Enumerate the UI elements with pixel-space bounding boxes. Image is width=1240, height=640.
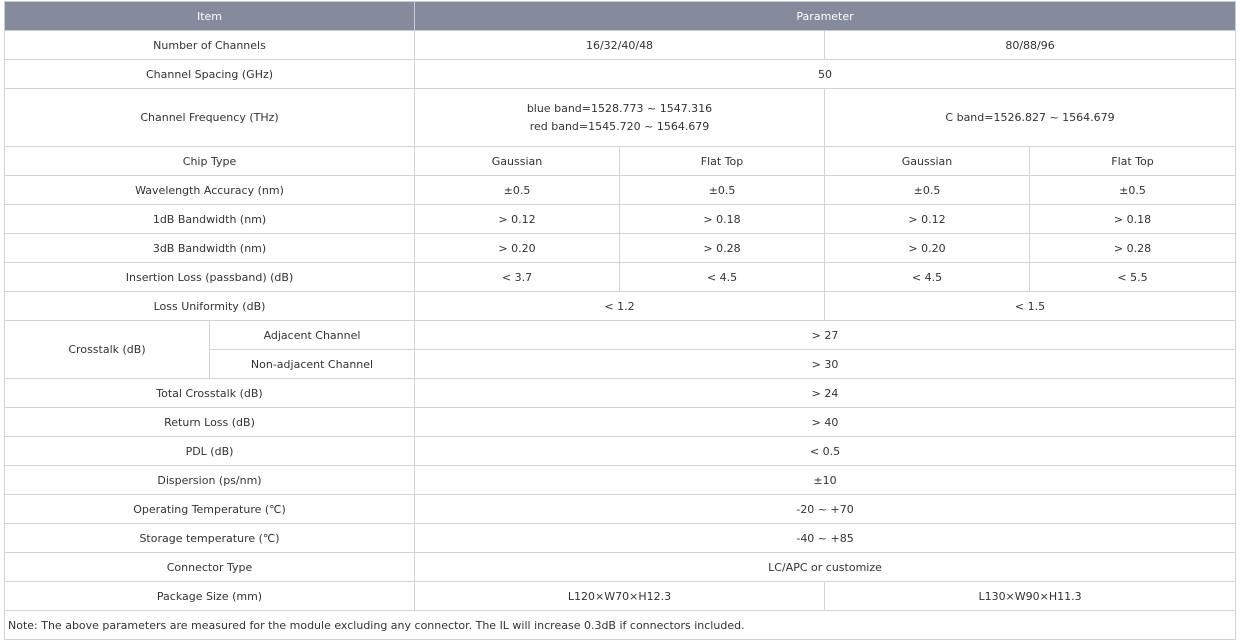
cell-value: > 30 — [414, 349, 1237, 379]
cell-value: < 3.7 — [414, 262, 621, 292]
cell-value: C band=1526.827 ~ 1564.679 — [824, 88, 1237, 147]
row-label: Insertion Loss (passband) (dB) — [3, 262, 416, 292]
row-1db-bandwidth: 1dB Bandwidth (nm) > 0.12 > 0.18 > 0.12 … — [3, 204, 1237, 234]
cell-value: < 5.5 — [1029, 262, 1237, 292]
sub-label: Non-adjacent Channel — [208, 349, 416, 379]
row-label: Total Crosstalk (dB) — [3, 378, 416, 408]
cell-value: < 0.5 — [414, 436, 1237, 466]
cell-value: 50 — [414, 59, 1237, 89]
row-storage-temperature: Storage temperature (℃) -40 ~ +85 — [3, 523, 1237, 553]
cell-value: < 4.5 — [619, 262, 826, 292]
cell-value: ±0.5 — [414, 175, 621, 205]
spec-table-container: Item Parameter Number of Channels 16/32/… — [3, 1, 1237, 640]
cell-value: < 1.2 — [414, 291, 826, 321]
row-label: 3dB Bandwidth (nm) — [3, 233, 416, 263]
cell-value: < 1.5 — [824, 291, 1237, 321]
note-text: Note: The above parameters are measured … — [3, 610, 1237, 640]
cell-value: > 0.28 — [619, 233, 826, 263]
cell-value: Gaussian — [824, 146, 1031, 176]
spec-table: Item Parameter Number of Channels 16/32/… — [3, 1, 1237, 640]
row-label: Chip Type — [3, 146, 416, 176]
cell-value: ±0.5 — [1029, 175, 1237, 205]
cell-value: ±0.5 — [824, 175, 1031, 205]
blue-band-text: blue band=1528.773 ~ 1547.316 — [526, 101, 713, 115]
cell-value: > 0.20 — [824, 233, 1031, 263]
row-frequency: Channel Frequency (THz) blue band=1528.7… — [3, 88, 1237, 147]
cell-value: > 0.12 — [414, 204, 621, 234]
row-crosstalk-adjacent: Crosstalk (dB) Adjacent Channel > 27 — [4, 320, 1237, 379]
row-label: 1dB Bandwidth (nm) — [3, 204, 416, 234]
cell-value: L120×W70×H12.3 — [414, 581, 826, 611]
row-channels: Number of Channels 16/32/40/48 80/88/96 — [3, 30, 1237, 60]
cell-value: < 4.5 — [824, 262, 1031, 292]
row-label: Storage temperature (℃) — [3, 523, 416, 553]
row-label: Dispersion (ps/nm) — [3, 465, 416, 495]
row-label: Return Loss (dB) — [3, 407, 416, 437]
row-accuracy: Wavelength Accuracy (nm) ±0.5 ±0.5 ±0.5 … — [3, 175, 1237, 205]
cell-value: > 0.18 — [1029, 204, 1237, 234]
row-label: Channel Spacing (GHz) — [3, 59, 416, 89]
cell-value: blue band=1528.773 ~ 1547.316 red band=1… — [414, 88, 826, 147]
cell-value: Flat Top — [619, 146, 826, 176]
cell-value: ±10 — [414, 465, 1237, 495]
header-parameter: Parameter — [414, 1, 1237, 31]
cell-value: > 24 — [414, 378, 1237, 408]
row-label: PDL (dB) — [3, 436, 416, 466]
row-pdl: PDL (dB) < 0.5 — [3, 436, 1237, 466]
header-row: Item Parameter — [3, 1, 1237, 31]
cell-value: L130×W90×H11.3 — [824, 581, 1237, 611]
row-chip-type: Chip Type Gaussian Flat Top Gaussian Fla… — [3, 146, 1237, 176]
row-label: Loss Uniformity (dB) — [3, 291, 416, 321]
row-label: Channel Frequency (THz) — [3, 88, 416, 147]
cell-value: > 40 — [414, 407, 1237, 437]
row-insertion-loss: Insertion Loss (passband) (dB) < 3.7 < 4… — [3, 262, 1237, 292]
row-label: Number of Channels — [3, 30, 416, 60]
row-spacing: Channel Spacing (GHz) 50 — [3, 59, 1237, 89]
row-label: Wavelength Accuracy (nm) — [3, 175, 416, 205]
cell-value: > 0.12 — [824, 204, 1031, 234]
cell-value: 80/88/96 — [824, 30, 1237, 60]
header-item: Item — [3, 1, 416, 31]
cell-value: ±0.5 — [619, 175, 826, 205]
row-return-loss: Return Loss (dB) > 40 — [3, 407, 1237, 437]
row-label: Connector Type — [3, 552, 416, 582]
cell-value: Flat Top — [1029, 146, 1237, 176]
cell-value: > 0.28 — [1029, 233, 1237, 263]
row-connector-type: Connector Type LC/APC or customize — [3, 552, 1237, 582]
cell-value: -20 ~ +70 — [414, 494, 1237, 524]
cell-value: > 0.18 — [619, 204, 826, 234]
row-3db-bandwidth: 3dB Bandwidth (nm) > 0.20 > 0.28 > 0.20 … — [3, 233, 1237, 263]
row-label: Package Size (mm) — [3, 581, 416, 611]
cell-value: -40 ~ +85 — [414, 523, 1237, 553]
sub-label: Adjacent Channel — [208, 320, 416, 350]
row-note: Note: The above parameters are measured … — [3, 610, 1237, 640]
row-dispersion: Dispersion (ps/nm) ±10 — [3, 465, 1237, 495]
row-label: Operating Temperature (℃) — [3, 494, 416, 524]
crosstalk-label: Crosstalk (dB) — [4, 320, 210, 379]
red-band-text: red band=1545.720 ~ 1564.679 — [529, 119, 710, 133]
row-loss-uniformity: Loss Uniformity (dB) < 1.2 < 1.5 — [3, 291, 1237, 321]
cell-value: > 0.20 — [414, 233, 621, 263]
cell-value: LC/APC or customize — [414, 552, 1237, 582]
cell-value: > 27 — [414, 320, 1237, 350]
row-total-crosstalk: Total Crosstalk (dB) > 24 — [3, 378, 1237, 408]
cell-value: 16/32/40/48 — [414, 30, 826, 60]
cell-value: Gaussian — [414, 146, 621, 176]
row-package-size: Package Size (mm) L120×W70×H12.3 L130×W9… — [3, 581, 1237, 611]
row-operating-temperature: Operating Temperature (℃) -20 ~ +70 — [3, 494, 1237, 524]
